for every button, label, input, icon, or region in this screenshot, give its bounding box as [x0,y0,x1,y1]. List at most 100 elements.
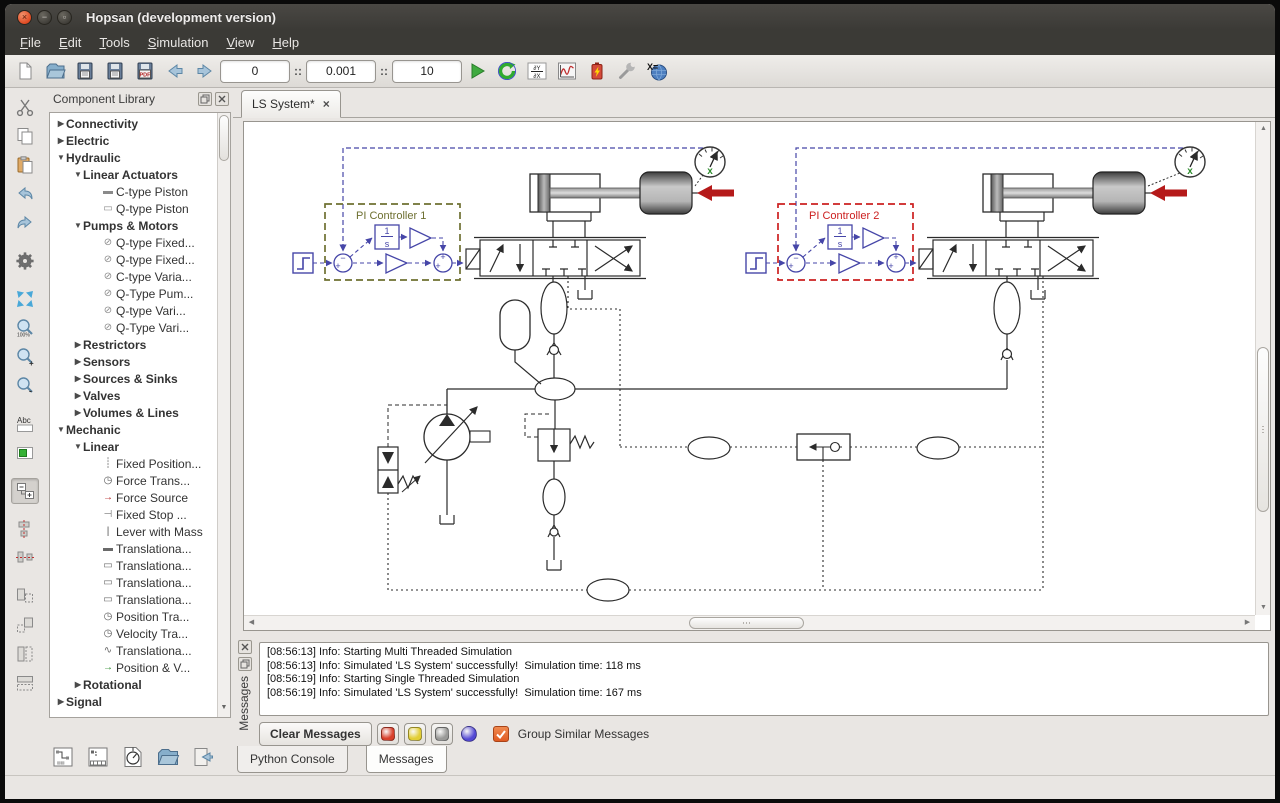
filter-warning-button[interactable] [404,723,426,745]
filter-info-button[interactable] [431,723,453,745]
tree-item[interactable]: |Lever with Mass [50,523,216,540]
open-model-button[interactable] [41,57,69,85]
expand-icon[interactable]: ▶ [73,374,83,383]
pi-controller-2[interactable]: PI Controller 2 [778,204,913,280]
close-messages-button[interactable] [238,640,252,654]
properties-wrench-button[interactable] [613,57,641,85]
open-external-library-button[interactable] [154,743,182,771]
ls-volume-2[interactable] [917,437,959,459]
tree-item[interactable]: →Force Source [50,489,216,506]
accumulator[interactable] [500,300,541,384]
tree-branch-rotational[interactable]: ▶Rotational [50,676,216,693]
menu-edit[interactable]: Edit [50,32,90,53]
tree-branch-connectivity[interactable]: ▶Connectivity [50,115,216,132]
tab-python-console[interactable]: Python Console [237,746,348,773]
pressure-relief-valve[interactable] [525,414,594,570]
tree-scroll-down-arrow[interactable]: ▼ [218,704,230,716]
align-vertical-center-button[interactable] [11,516,39,542]
forward-button[interactable] [191,57,219,85]
step-source-2[interactable] [746,253,785,273]
tree-item[interactable]: ◷Position Tra... [50,608,216,625]
distribute-side-button[interactable] [11,641,39,667]
expand-icon[interactable]: ▶ [56,136,66,145]
float-panel-button[interactable] [198,92,212,106]
ls-volume-3[interactable] [587,579,629,601]
minimize-window-button[interactable]: − [37,10,52,25]
maximize-window-button[interactable]: ▫ [57,10,72,25]
tree-branch-mechanic[interactable]: ▼Mechanic [50,421,216,438]
distribute-top-button[interactable] [11,583,39,609]
message-log[interactable]: [08:56:13] Info: Starting Multi Threaded… [259,642,1269,716]
system-parameters-button[interactable]: X= [643,57,671,85]
shuttle-valve[interactable] [797,434,850,460]
tree-scrollbar[interactable]: ▼ [217,113,230,717]
expand-icon[interactable]: ▶ [56,119,66,128]
mass-1[interactable] [640,172,692,214]
zoom-in-button[interactable]: + [11,344,39,370]
distribute-diagonal-button[interactable] [11,612,39,638]
save-model-as-button[interactable] [101,57,129,85]
filter-debug-button[interactable] [458,723,480,745]
tree-item[interactable]: ⊘Q-type Vari... [50,302,216,319]
collapse-icon[interactable]: ▼ [56,153,66,162]
position-sensor-2[interactable]: x [1148,147,1205,186]
directional-valve-1[interactable] [466,238,646,279]
tab-messages[interactable]: Messages [366,746,447,773]
export-pdf-button[interactable]: PDF [131,57,159,85]
position-sensor-1[interactable]: x [695,147,725,186]
tree-branch-valves[interactable]: ▶Valves [50,387,216,404]
tree-item[interactable]: ⊣Fixed Stop ... [50,506,216,523]
tree-branch-electric[interactable]: ▶Electric [50,132,216,149]
tree-branch-linear[interactable]: ▼Linear [50,438,216,455]
tree-item[interactable]: ⊘Q-Type Pum... [50,285,216,302]
tree-item[interactable]: ∿Translationa... [50,642,216,659]
directional-valve-2[interactable] [919,238,1099,279]
tab-ls-system[interactable]: LS System* × [241,90,341,118]
expand-icon[interactable]: ▶ [56,697,66,706]
tree-branch-signal[interactable]: ▶Signal [50,693,216,710]
tree-item[interactable]: ◷Force Trans... [50,472,216,489]
load-component-library-button[interactable] [84,743,112,771]
tree-item[interactable]: →Position & V... [50,659,216,676]
tree-item[interactable]: ◷Velocity Tra... [50,625,216,642]
force-source-1[interactable] [692,185,734,201]
redo-button[interactable] [11,210,39,236]
energy-losses-button[interactable] [583,57,611,85]
zoom-100-button[interactable]: 100% [11,315,39,341]
menu-view[interactable]: View [217,32,263,53]
menu-file[interactable]: File [11,32,50,53]
tree-item[interactable]: ▬C-type Piston [50,183,216,200]
canvas-horizontal-scrollbar[interactable]: ◀ ▶ [244,615,1255,630]
menu-simulation[interactable]: Simulation [139,32,218,53]
collapse-icon[interactable]: ▼ [73,170,83,179]
step-source-1[interactable] [293,253,332,273]
plot-button[interactable] [553,57,581,85]
group-similar-checkbox[interactable] [493,726,509,742]
time-step-field[interactable] [306,60,376,83]
cylinder-2[interactable] [983,174,1093,237]
tree-branch-linear-actuators[interactable]: ▼Linear Actuators [50,166,216,183]
back-button[interactable] [161,57,189,85]
tree-item[interactable]: ⊘Q-type Fixed... [50,234,216,251]
save-model-button[interactable] [71,57,99,85]
expand-icon[interactable]: ▶ [73,680,83,689]
tree-branch-sources-sinks[interactable]: ▶Sources & Sinks [50,370,216,387]
mass-2[interactable] [1093,172,1145,214]
import-library-button[interactable] [189,743,217,771]
menu-help[interactable]: Help [263,32,308,53]
scroll-down-arrow[interactable]: ▼ [1256,601,1271,615]
collapse-icon[interactable]: ▼ [73,221,83,230]
cylinder-1[interactable] [530,174,640,237]
tree-item[interactable]: ▭Translationa... [50,591,216,608]
scroll-right-arrow[interactable]: ▶ [1240,616,1255,630]
expand-icon[interactable]: ▶ [73,391,83,400]
start-time-field[interactable] [220,60,290,83]
clear-messages-button[interactable]: Clear Messages [259,722,372,746]
new-model-button[interactable] [11,57,39,85]
tree-item[interactable]: ▭Translationa... [50,574,216,591]
tab-close-icon[interactable]: × [323,97,330,111]
pi-controller-1[interactable]: PI Controller 1 [325,204,460,280]
force-source-2[interactable] [1145,185,1187,201]
menu-tools[interactable]: Tools [90,32,138,53]
collapse-icon[interactable]: ▼ [73,442,83,451]
